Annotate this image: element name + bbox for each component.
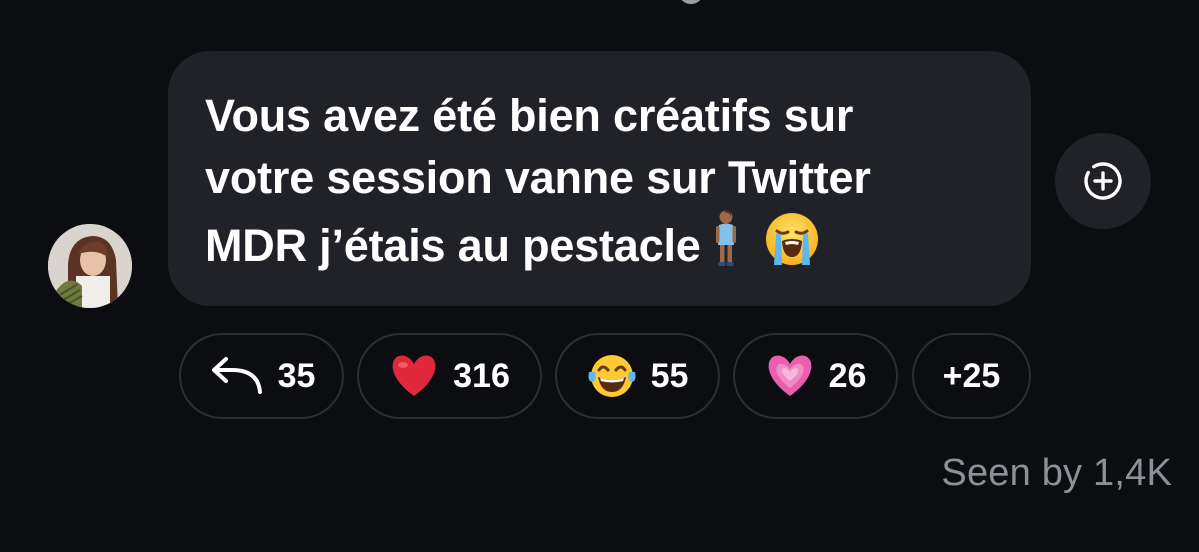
red-heart-icon (389, 354, 439, 398)
loudly-crying-face-icon (764, 211, 820, 283)
avatar[interactable] (48, 224, 132, 308)
message-bubble[interactable]: Vous avez été bien créatifs sur votre se… (168, 51, 1031, 306)
reaction-count: 35 (277, 356, 316, 395)
reaction-chip-tears-of-joy[interactable]: 55 (555, 333, 720, 419)
seen-by-label[interactable]: Seen by 1,4K (941, 452, 1172, 495)
more-reactions-count: +25 (942, 356, 1001, 395)
reaction-bar: 35 316 55 26 +25 (0, 333, 1199, 419)
growing-pink-heart-icon (765, 354, 815, 398)
previous-message-fragment (680, 0, 702, 4)
reaction-count: 316 (453, 356, 510, 395)
chat-screen: Vous avez été bien créatifs sur votre se… (0, 0, 1199, 552)
add-reaction-button[interactable] (1055, 133, 1151, 229)
reaction-count: 26 (828, 356, 867, 395)
reaction-chip-reply[interactable]: 35 (179, 333, 344, 419)
person-standing-icon (713, 209, 739, 283)
reaction-chip-more[interactable]: +25 (912, 333, 1031, 419)
reaction-chip-pink-heart[interactable]: 26 (733, 333, 898, 419)
reaction-count: 55 (650, 356, 689, 395)
message-text: Vous avez été bien créatifs sur votre se… (205, 85, 995, 283)
add-reaction-icon (1084, 162, 1122, 200)
reply-arrow-icon (208, 356, 264, 396)
reaction-chip-heart[interactable]: 316 (357, 333, 542, 419)
avatar-photo-icon (48, 224, 132, 308)
tears-of-joy-icon (587, 352, 637, 400)
